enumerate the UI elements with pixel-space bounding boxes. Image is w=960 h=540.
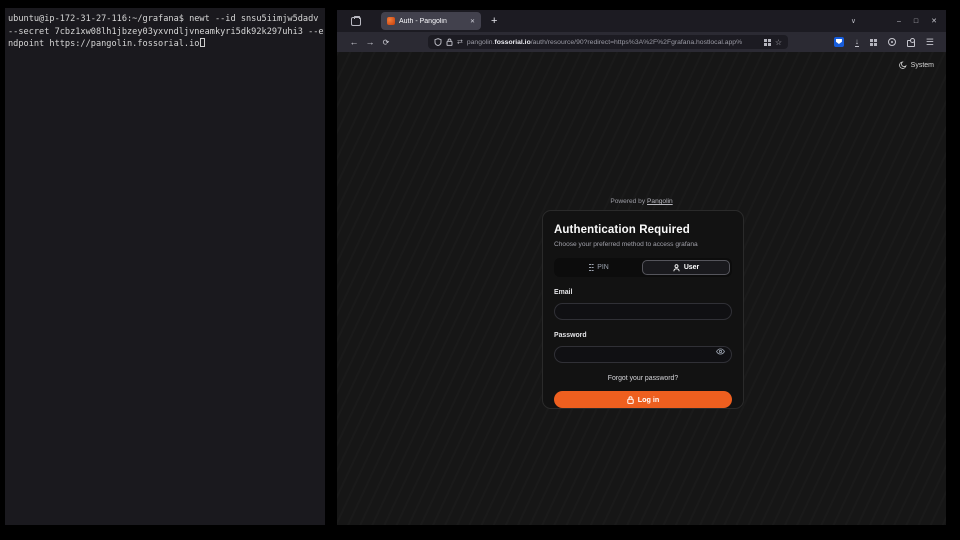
reload-button[interactable]: ⟳ bbox=[378, 38, 394, 47]
card-title: Authentication Required bbox=[554, 224, 732, 236]
url-bar[interactable]: ⇄ pangolin.fossorial.io/auth/resource/90… bbox=[428, 35, 788, 49]
terminal-line: ndpoint https://pangolin.fossorial.io bbox=[8, 38, 322, 51]
tab-title: Auth - Pangolin bbox=[399, 18, 462, 25]
swap-arrows-icon[interactable]: ⇄ bbox=[457, 38, 463, 46]
powered-by: Powered by Pangolin bbox=[337, 198, 946, 205]
blue-extension-shield-icon[interactable] bbox=[834, 37, 844, 47]
terminal-line: ubuntu@ip-172-31-27-116:~/grafana$ newt … bbox=[8, 13, 322, 26]
list-tabs-chevron-icon[interactable]: ∨ bbox=[851, 17, 856, 25]
pin-dialpad-icon bbox=[589, 264, 593, 272]
user-icon bbox=[673, 264, 680, 272]
toolbar-extensions: ↓ ☰ bbox=[834, 37, 937, 48]
tab-user-label: User bbox=[684, 264, 699, 271]
terminal-window[interactable]: ubuntu@ip-172-31-27-116:~/grafana$ newt … bbox=[5, 8, 325, 525]
url-host: fossorial.io bbox=[494, 39, 530, 46]
new-tab-button[interactable]: + bbox=[491, 16, 497, 26]
email-label: Email bbox=[554, 289, 732, 296]
window-controls: ∨ – □ ✕ bbox=[851, 17, 946, 25]
forward-button[interactable]: → bbox=[362, 37, 378, 47]
auth-card: Authentication Required Choose your pref… bbox=[542, 210, 744, 409]
tracking-shield-icon[interactable] bbox=[434, 38, 442, 46]
password-label: Password bbox=[554, 332, 732, 339]
powered-by-text: Powered by bbox=[610, 198, 645, 205]
bookmark-star-icon[interactable]: ☆ bbox=[775, 38, 782, 47]
extensions-puzzle-icon[interactable] bbox=[907, 40, 915, 47]
auth-page: System Powered by Pangolin Authenticatio… bbox=[337, 52, 946, 525]
browser-window: Auth - Pangolin ✕ + ∨ – □ ✕ ← → ⟳ ⇄ pang… bbox=[337, 10, 946, 525]
downloads-icon[interactable]: ↓ bbox=[855, 38, 859, 47]
tab-auth-pangolin[interactable]: Auth - Pangolin ✕ bbox=[381, 12, 481, 30]
auth-method-tabs: PIN User bbox=[554, 258, 732, 277]
back-button[interactable]: ← bbox=[346, 37, 362, 47]
shortcuts-grid-icon[interactable] bbox=[764, 39, 771, 46]
terminal-line: --secret 7cbz1xw08lh1jbzey03yxvndljvneam… bbox=[8, 26, 322, 39]
tab-close-icon[interactable]: ✕ bbox=[470, 18, 475, 25]
theme-label: System bbox=[911, 62, 934, 69]
theme-selector[interactable]: System bbox=[899, 61, 934, 69]
pangolin-favicon-icon bbox=[387, 17, 395, 25]
login-button[interactable]: Log in bbox=[554, 391, 732, 408]
url-path: /auth/resource/90?redirect=https%3A%2F%2… bbox=[531, 39, 742, 46]
tab-strip: Auth - Pangolin ✕ + ∨ – □ ✕ bbox=[337, 10, 946, 32]
tab-user[interactable]: User bbox=[642, 260, 730, 275]
terminal-cursor bbox=[200, 38, 205, 47]
pangolin-link[interactable]: Pangolin bbox=[647, 198, 673, 205]
lock-icon[interactable] bbox=[446, 38, 453, 46]
forgot-password-link[interactable]: Forgot your password? bbox=[554, 375, 732, 382]
tab-pin-label: PIN bbox=[597, 264, 609, 271]
maximize-button[interactable]: □ bbox=[914, 18, 918, 25]
login-label: Log in bbox=[638, 395, 660, 404]
url-text: pangolin.fossorial.io/auth/resource/90?r… bbox=[467, 39, 760, 46]
tab-pin[interactable]: PIN bbox=[556, 260, 642, 275]
apps-grid-icon[interactable] bbox=[870, 39, 877, 46]
moon-icon bbox=[899, 61, 907, 69]
password-field[interactable] bbox=[554, 346, 732, 363]
menu-icon[interactable]: ☰ bbox=[926, 37, 934, 48]
email-field[interactable] bbox=[554, 303, 732, 320]
close-button[interactable]: ✕ bbox=[931, 17, 937, 25]
firefox-view-icon[interactable] bbox=[351, 17, 361, 26]
lock-icon bbox=[627, 396, 634, 404]
account-circle-icon[interactable] bbox=[888, 38, 896, 46]
card-subtitle: Choose your preferred method to access g… bbox=[554, 241, 732, 248]
terminal-line-text: ndpoint https://pangolin.fossorial.io bbox=[8, 39, 199, 49]
minimize-button[interactable]: – bbox=[897, 18, 901, 25]
browser-toolbar: ← → ⟳ ⇄ pangolin.fossorial.io/auth/resou… bbox=[337, 32, 946, 52]
show-password-eye-icon[interactable] bbox=[716, 348, 725, 355]
url-subdomain: pangolin. bbox=[467, 39, 495, 46]
